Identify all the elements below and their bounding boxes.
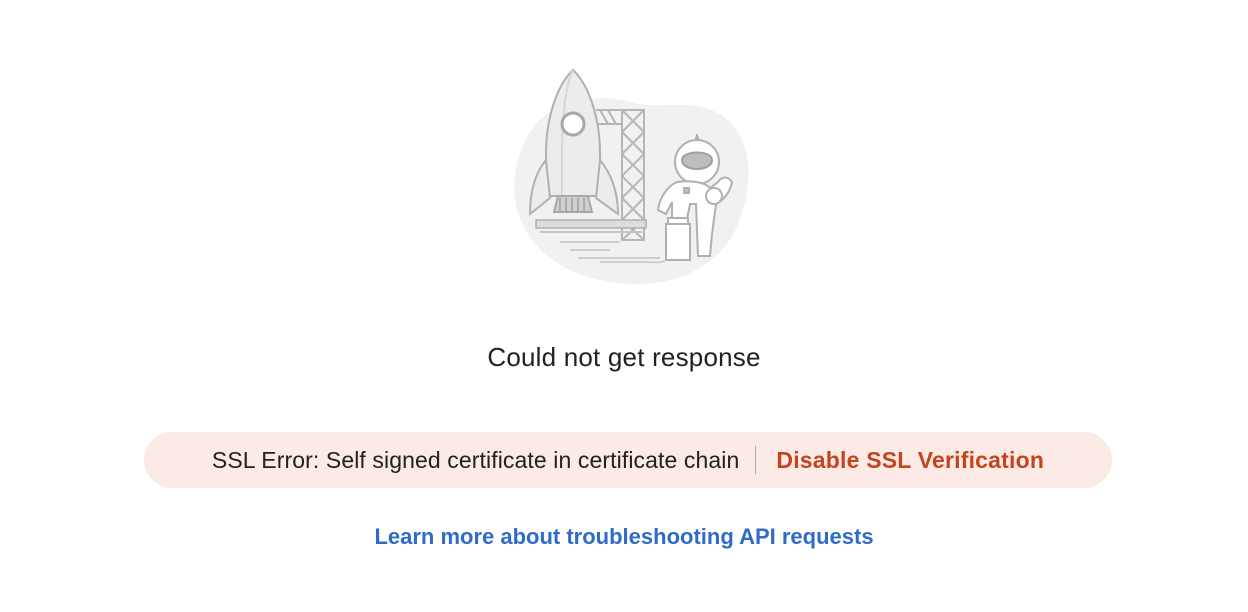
rocket-astronaut-illustration: [500, 64, 756, 292]
troubleshooting-help-row: Learn more about troubleshooting API req…: [0, 524, 1248, 550]
ssl-error-banner: SSL Error: Self signed certificate in ce…: [144, 432, 1112, 488]
ssl-error-message: SSL Error: Self signed certificate in ce…: [211, 446, 740, 473]
response-error-title: Could not get response: [487, 342, 761, 372]
disable-ssl-verification-link[interactable]: Disable SSL Verification: [776, 447, 1044, 474]
banner-divider: [755, 446, 757, 474]
troubleshooting-help-link[interactable]: Learn more about troubleshooting API req…: [374, 524, 873, 549]
